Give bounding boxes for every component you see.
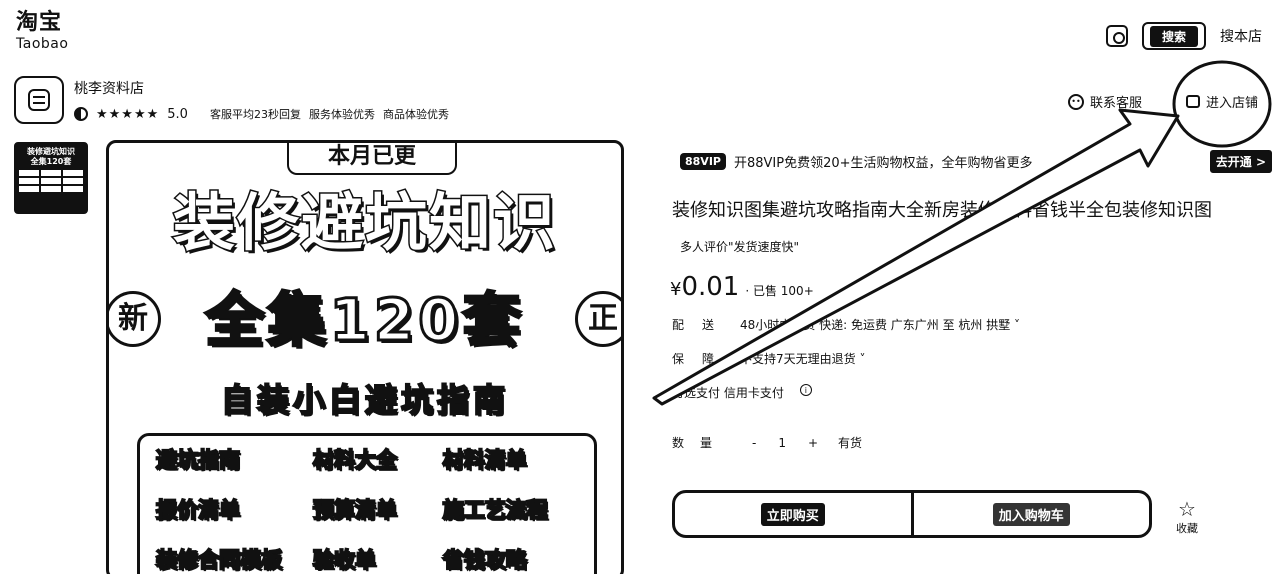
buy-now-button[interactable]: 立即购买: [675, 493, 914, 535]
shop-goods: 商品体验优秀: [382, 108, 449, 121]
logo-cn: 淘宝: [16, 10, 63, 35]
product-thumbnail[interactable]: 装修避坑知识 全集120套: [14, 142, 88, 214]
quantity-stepper[interactable]: - 1 +: [752, 436, 818, 450]
vip-badge: 88VIP: [680, 153, 726, 170]
search-button[interactable]: 搜索: [1141, 22, 1206, 50]
delivery-label: 配送: [672, 318, 733, 332]
image-banner: 本月已更: [287, 143, 457, 175]
store-search-link[interactable]: 搜本店: [1220, 26, 1262, 46]
purchase-buttons: 立即购买 加入购物车: [672, 490, 1152, 538]
shop-logo-icon: [28, 89, 50, 111]
enter-shop-label: 进入店铺: [1206, 96, 1259, 111]
image-item: 避坑指南: [155, 447, 241, 473]
main-product-image[interactable]: 本月已更 装修避坑知识 新 全集120套 正 自装小白避坑指南 避坑指南 材料大…: [106, 140, 624, 574]
image-item: 材料清单: [442, 447, 528, 473]
image-item: 验收单: [312, 547, 377, 573]
quantity-value[interactable]: 1: [778, 436, 786, 450]
review-tag[interactable]: 多人评价"发货速度快": [680, 238, 799, 255]
stock-status: 有货: [838, 436, 863, 450]
quantity-plus-button[interactable]: +: [808, 436, 818, 450]
favorite-label: 收藏: [1176, 522, 1198, 535]
shop-level-icon: [74, 107, 88, 121]
delivery-row[interactable]: 配送 48小时内发货 快递: 免运费 广东广州 至 杭州 拱墅 ˅: [672, 316, 1020, 333]
vip-text: 开88VIP免费领20+生活购物权益，全年购物省更多: [733, 156, 1033, 171]
image-item-list: 避坑指南 材料大全 材料清单 报价清单 预算清单 施工艺流程 装修合同模板 验收…: [137, 433, 597, 574]
contact-service-label: 联系客服: [1090, 96, 1143, 111]
shop-rating: 5.0: [167, 106, 188, 122]
image-item: 预算清单: [312, 497, 398, 523]
star-rating-icon: ★★★★★: [96, 106, 160, 122]
thumbnail-line1: 装修避坑知识: [27, 147, 75, 156]
quantity-label: 数量: [672, 436, 729, 450]
payment-row: 可选支付 信用卡支付 i: [672, 384, 812, 401]
shop-avatar[interactable]: [14, 76, 64, 124]
payment-text: 可选支付 信用卡支付: [672, 386, 784, 400]
guarantee-label: 保障: [672, 352, 733, 366]
image-title-line1: 装修避坑知识: [171, 185, 557, 260]
shop-meta: ★★★★★ 5.0 客服平均23秒回复 服务体验优秀 商品体验优秀: [74, 106, 449, 122]
smile-icon: ••: [1068, 93, 1084, 110]
vip-open-button[interactable]: 去开通 >: [1209, 150, 1272, 173]
camera-icon[interactable]: [1105, 25, 1128, 47]
taobao-logo[interactable]: 淘宝 Taobao: [16, 10, 68, 52]
image-item: 施工艺流程: [442, 497, 549, 523]
shop-service: 服务体验优秀: [308, 108, 375, 121]
image-item: 装修合同模板: [155, 547, 283, 573]
thumbnail-line2: 全集120套: [30, 157, 72, 166]
image-item: 省钱攻略: [442, 547, 528, 573]
delivery-text: 48小时内发货 快递: 免运费 广东广州 至 杭州 拱墅 ˅: [740, 318, 1021, 332]
price: ¥0.01: [670, 272, 739, 302]
product-title: 装修知识图集避坑攻略指南大全新房装修资料省钱半全包装修知识图: [672, 200, 1212, 221]
buy-now-label: 立即购买: [760, 502, 825, 526]
info-icon[interactable]: i: [799, 384, 812, 396]
genuine-badge: 正: [575, 291, 621, 347]
vip-promo: 88VIP 开88VIP免费领20+生活购物权益，全年购物省更多 去开通 >: [680, 150, 1272, 173]
logo-en: Taobao: [16, 36, 69, 52]
image-item: 材料大全: [312, 447, 398, 473]
guarantee-text: 不支持7天无理由退货 ˅: [740, 352, 866, 366]
thumbnail-grid: [19, 170, 83, 192]
price-symbol: ¥: [670, 279, 682, 300]
image-item: 报价清单: [155, 497, 241, 523]
favorite-button[interactable]: ☆ 收藏: [1174, 498, 1200, 536]
star-icon: ☆: [1178, 497, 1196, 521]
add-to-cart-button[interactable]: 加入购物车: [914, 493, 1150, 535]
header-actions: 搜索 搜本店: [1105, 22, 1262, 50]
add-to-cart-label: 加入购物车: [992, 502, 1070, 526]
shop-name[interactable]: 桃李资料店: [74, 78, 144, 98]
price-value: 0.01: [681, 272, 740, 302]
shop-reply-time: 客服平均23秒回复: [209, 108, 301, 121]
search-button-label: 搜索: [1149, 25, 1198, 47]
price-row: ¥0.01 · 已售 100+: [670, 272, 814, 302]
store-icon: [1186, 95, 1200, 108]
contact-service-link[interactable]: •• 联系客服: [1068, 92, 1142, 111]
quantity-minus-button[interactable]: -: [752, 436, 756, 450]
image-subtitle: 自装小白避坑指南: [220, 380, 509, 420]
quantity-row: 数量 - 1 + 有货: [672, 434, 862, 451]
guarantee-row[interactable]: 保障 不支持7天无理由退货 ˅: [672, 350, 865, 367]
enter-shop-link[interactable]: 进入店铺: [1186, 92, 1258, 111]
sold-count: · 已售 100+: [745, 284, 814, 298]
image-title-line2: 全集120套: [204, 285, 525, 356]
